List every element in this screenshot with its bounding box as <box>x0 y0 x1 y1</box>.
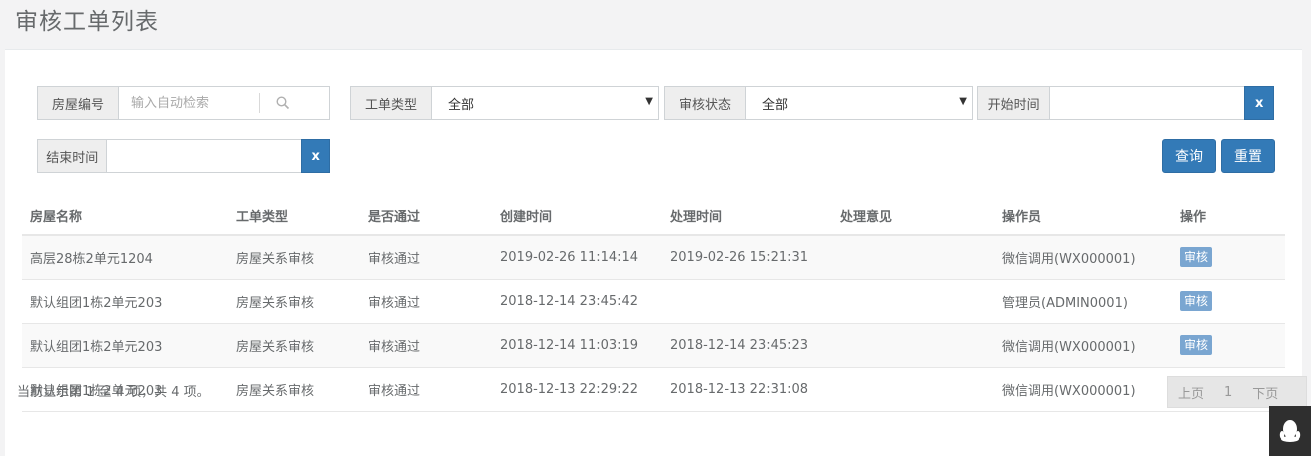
cell-passed: 审核通过 <box>360 323 492 368</box>
cell-operator: 微信调用(WX000001) <box>994 235 1172 280</box>
col-passed[interactable]: 是否通过 <box>360 197 492 236</box>
end-time-clear-button[interactable]: x <box>301 139 330 173</box>
audit-status-filter: 审核状态 全部 ▼ <box>664 86 973 120</box>
start-time-label: 开始时间 <box>978 87 1051 119</box>
col-processed-time[interactable]: 处理时间 <box>662 197 832 236</box>
cell-house: 默认组团1栋2单元203 <box>22 279 228 324</box>
cell-passed: 审核通过 <box>360 367 492 412</box>
cell-processed <box>662 279 832 324</box>
table-header-row: 房屋名称 工单类型 是否通过 创建时间 处理时间 处理意见 操作员 操作 <box>22 197 1285 236</box>
query-button[interactable]: 查询 <box>1162 139 1216 173</box>
house-no-search-button[interactable] <box>259 93 305 113</box>
caret-down-icon: ▼ <box>645 96 653 107</box>
table-row: 高层28栋2单元1204 房屋关系审核 审核通过 2019-02-26 11:1… <box>22 235 1285 280</box>
prev-page-button[interactable]: 上页 <box>1168 383 1214 402</box>
reset-button[interactable]: 重置 <box>1221 139 1275 173</box>
table-row: 默认组团1栋2单元203 房屋关系审核 审核通过 2018-12-14 11:0… <box>22 323 1285 368</box>
cell-processed: 2019-02-26 15:21:31 <box>662 235 832 280</box>
cell-type: 房屋关系审核 <box>228 235 360 280</box>
cell-type: 房屋关系审核 <box>228 367 360 412</box>
cell-created: 2018-12-14 11:03:19 <box>492 323 662 368</box>
end-time-label: 结束时间 <box>38 140 108 172</box>
cell-action: 审核 <box>1172 323 1285 368</box>
cell-created: 2018-12-14 23:45:42 <box>492 279 662 324</box>
house-no-input[interactable] <box>119 87 259 119</box>
cell-action: 审核 <box>1172 235 1285 280</box>
cell-created: 2019-02-26 11:14:14 <box>492 235 662 280</box>
end-time-filter: 结束时间 x <box>37 139 330 173</box>
page-number-button[interactable]: 1 <box>1214 385 1242 400</box>
cell-passed: 审核通过 <box>360 235 492 280</box>
start-time-filter: 开始时间 x <box>977 86 1274 120</box>
cell-created: 2018-12-13 22:29:22 <box>492 367 662 412</box>
cell-house: 默认组团1栋2单元203 <box>22 323 228 368</box>
cell-operator: 微信调用(WX000001) <box>994 323 1172 368</box>
start-time-clear-button[interactable]: x <box>1244 86 1274 120</box>
cell-house: 高层28栋2单元1204 <box>22 235 228 280</box>
order-type-filter: 工单类型 全部 ▼ <box>350 86 659 120</box>
table-row: 默认组团1栋2单元203 房屋关系审核 审核通过 2018-12-13 22:2… <box>22 367 1285 412</box>
cell-type: 房屋关系审核 <box>228 279 360 324</box>
cell-opinion <box>832 323 994 368</box>
table-row: 默认组团1栋2单元203 房屋关系审核 审核通过 2018-12-14 23:4… <box>22 279 1285 324</box>
cell-passed: 审核通过 <box>360 279 492 324</box>
audit-button[interactable]: 审核 <box>1180 291 1213 311</box>
audit-button[interactable]: 审核 <box>1180 247 1213 268</box>
col-operator[interactable]: 操作员 <box>994 197 1172 236</box>
page-title: 审核工单列表 <box>15 9 159 35</box>
cell-opinion <box>832 367 994 412</box>
cell-operator: 管理员(ADMIN0001) <box>994 279 1172 324</box>
col-created-time[interactable]: 创建时间 <box>492 197 662 236</box>
audit-status-label: 审核状态 <box>665 87 746 119</box>
start-time-input[interactable] <box>1050 87 1245 119</box>
house-no-label: 房屋编号 <box>38 87 119 119</box>
order-type-select[interactable]: 全部 ▼ <box>432 87 658 119</box>
qq-penguin-icon <box>1279 420 1301 442</box>
audit-status-select[interactable]: 全部 ▼ <box>746 87 972 119</box>
order-type-label: 工单类型 <box>351 87 432 119</box>
pagination-info: 当前显示第 1 至 4 项，共 4 项。 <box>17 385 210 400</box>
cell-operator: 微信调用(WX000001) <box>994 367 1172 412</box>
caret-down-icon: ▼ <box>959 96 967 107</box>
pagination: 上页 1 下页 <box>1167 376 1307 408</box>
cell-action: 审核 <box>1172 279 1285 324</box>
cell-opinion <box>832 279 994 324</box>
order-type-selected: 全部 <box>448 97 475 113</box>
house-no-filter: 房屋编号 <box>37 86 330 120</box>
cell-processed: 2018-12-13 22:31:08 <box>662 367 832 412</box>
col-opinion[interactable]: 处理意见 <box>832 197 994 236</box>
end-time-input[interactable] <box>107 140 302 172</box>
cell-type: 房屋关系审核 <box>228 323 360 368</box>
next-page-button[interactable]: 下页 <box>1242 383 1288 402</box>
audit-order-table: 房屋名称 工单类型 是否通过 创建时间 处理时间 处理意见 操作员 操作 高层2… <box>22 197 1285 412</box>
audit-button[interactable]: 审核 <box>1180 335 1213 355</box>
col-order-type[interactable]: 工单类型 <box>228 197 360 236</box>
qq-chat-button[interactable] <box>1269 406 1311 456</box>
audit-status-selected: 全部 <box>762 97 789 113</box>
col-action: 操作 <box>1172 197 1285 236</box>
cell-processed: 2018-12-14 23:45:23 <box>662 323 832 368</box>
search-icon <box>275 96 289 110</box>
col-house-name[interactable]: 房屋名称 <box>22 197 228 236</box>
cell-opinion <box>832 235 994 280</box>
